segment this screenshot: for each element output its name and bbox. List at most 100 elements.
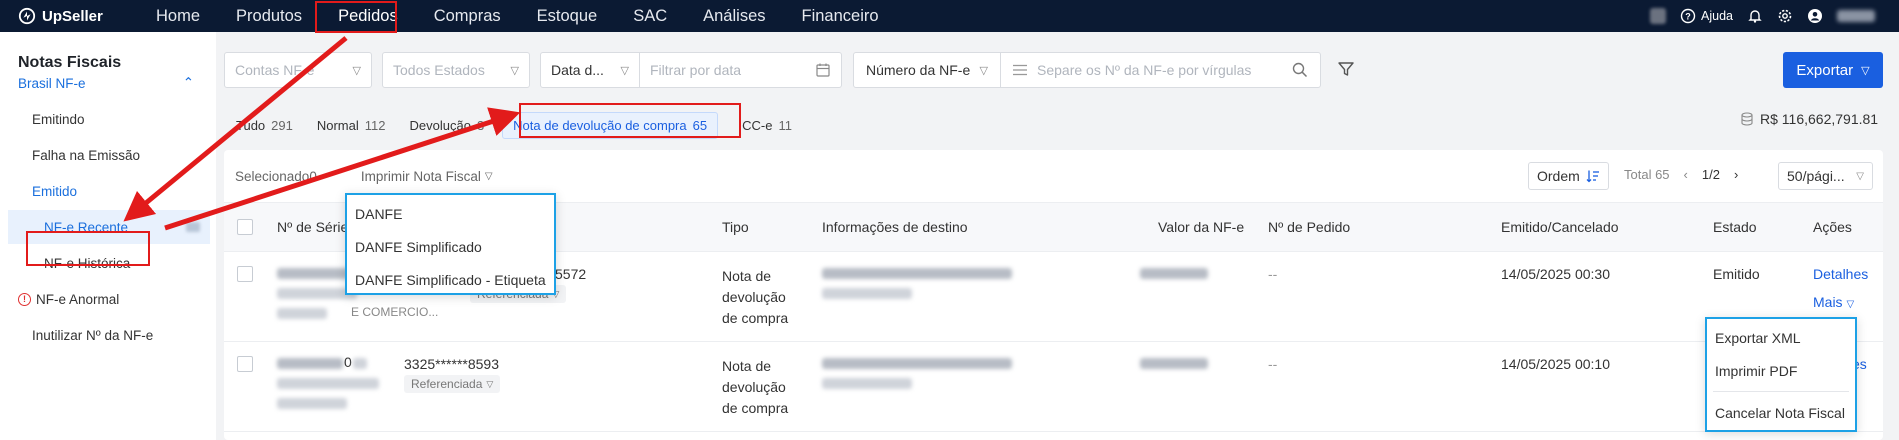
redacted-count xyxy=(186,222,200,232)
redacted-destino xyxy=(822,268,1012,279)
page-indicator: 1/2 xyxy=(1701,167,1720,182)
tag-label: Referenciada xyxy=(411,377,483,391)
sidebar: Notas Fiscais Brasil NF-e ⌃ Emitindo Fal… xyxy=(0,32,216,440)
col-emitido: Emitido/Cancelado xyxy=(1501,219,1619,235)
mais-dropdown[interactable]: Mais ▽ xyxy=(1813,294,1854,310)
date-range-input[interactable]: Filtrar por data xyxy=(640,53,841,87)
sidebar-item-nfe-historica[interactable]: NF-e Histórica xyxy=(0,246,216,280)
tab-count: 112 xyxy=(364,118,386,133)
redacted-serie-tail xyxy=(353,358,367,369)
sidebar-item-emitido[interactable]: Emitido xyxy=(0,174,216,208)
estados-select[interactable]: Todos Estados ▽ xyxy=(382,52,530,88)
nav-home[interactable]: Home xyxy=(138,0,218,32)
sidebar-item-label: NF-e Anormal xyxy=(36,291,120,307)
row-checkbox[interactable] xyxy=(237,266,253,282)
menu-item-exportar-xml[interactable]: Exportar XML xyxy=(1707,321,1855,354)
prev-page-icon[interactable]: ‹ xyxy=(1684,167,1688,182)
row-checkbox[interactable] xyxy=(237,356,253,372)
sidebar-item-nfe-recente[interactable]: NF-e Recente xyxy=(8,210,210,244)
col-destino: Informações de destino xyxy=(822,219,968,235)
nav-produtos[interactable]: Produtos xyxy=(218,0,320,32)
nfe-key: 3325******8593 xyxy=(404,356,499,372)
detalhes-link[interactable]: Detalhes xyxy=(1813,266,1868,282)
table-row: 0 3325******8593 Referenciada ▽ Nota de d… xyxy=(224,342,1883,432)
nav-compras[interactable]: Compras xyxy=(416,0,519,32)
sidebar-group-brasil-nfe[interactable]: Brasil NF-e ⌃ xyxy=(0,66,216,100)
redacted-store-icon[interactable] xyxy=(1650,8,1667,24)
coins-stack-icon xyxy=(1741,112,1753,126)
menu-item-danfe[interactable]: DANFE xyxy=(347,197,554,230)
nav-financeiro[interactable]: Financeiro xyxy=(784,0,897,32)
nfe-number-input[interactable]: Separe os Nº da NF-e por vírgulas xyxy=(1001,53,1320,87)
top-nav-bar: UpSeller Home Produtos Pedidos Compras E… xyxy=(0,0,1899,32)
tab-tudo[interactable]: Tudo 291 xyxy=(236,118,293,133)
search-icon[interactable] xyxy=(1292,62,1308,78)
sidebar-item-emitindo[interactable]: Emitindo xyxy=(0,102,216,136)
print-nota-fiscal-dropdown[interactable]: Imprimir Nota Fiscal ▽ xyxy=(361,169,493,184)
funnel-filter-icon[interactable] xyxy=(1336,59,1356,79)
tipo-line: devolução xyxy=(722,379,786,395)
nav-analises[interactable]: Análises xyxy=(685,0,783,32)
export-button[interactable]: Exportar ▽ xyxy=(1783,52,1883,88)
select-all-checkbox[interactable] xyxy=(237,219,253,235)
chevron-down-icon: ▽ xyxy=(1856,170,1864,182)
tab-devolucao[interactable]: Devolução 3 xyxy=(410,118,485,133)
menu-item-danfe-simplificado[interactable]: DANFE Simplificado xyxy=(347,230,554,263)
emitido-date: 14/05/2025 00:10 xyxy=(1501,356,1610,372)
balance-value: R$ 116,662,791.81 xyxy=(1760,111,1879,127)
redacted-valor xyxy=(1140,358,1208,369)
tab-normal[interactable]: Normal 112 xyxy=(317,118,386,133)
page-size-select[interactable]: 50/pági... ▽ xyxy=(1778,162,1873,190)
referenciada-tag[interactable]: Referenciada▽ xyxy=(404,375,501,393)
contas-nfe-placeholder: Contas NF-e xyxy=(235,62,315,78)
brand-name: UpSeller xyxy=(42,7,103,25)
menu-item-imprimir-pdf[interactable]: Imprimir PDF xyxy=(1707,354,1855,387)
selected-count: 0 xyxy=(309,168,317,184)
date-type-value: Data d... xyxy=(551,62,604,78)
date-filter-group: Data d... ▽ Filtrar por data xyxy=(540,52,842,88)
question-circle-icon: ? xyxy=(1680,8,1696,24)
nav-sac[interactable]: SAC xyxy=(615,0,685,32)
menu-item-cancelar-nota[interactable]: Cancelar Nota Fiscal xyxy=(1707,396,1855,429)
number-type-value: Número da NF-e xyxy=(866,62,971,78)
tab-count: 11 xyxy=(778,118,792,133)
sidebar-item-inutilizar[interactable]: Inutilizar Nº da NF-e xyxy=(0,318,216,352)
user-avatar-icon[interactable] xyxy=(1807,8,1823,24)
emitido-date: 14/05/2025 00:30 xyxy=(1501,266,1610,282)
redacted-serie xyxy=(277,358,343,369)
contas-nfe-select[interactable]: Contas NF-e ▽ xyxy=(224,52,372,88)
help-label: Ajuda xyxy=(1701,9,1733,23)
more-actions-menu: Exportar XML Imprimir PDF Cancelar Nota … xyxy=(1705,317,1857,432)
sidebar-item-nfe-anormal[interactable]: ! NF-e Anormal xyxy=(0,282,216,316)
tab-count: 3 xyxy=(476,118,485,133)
chevron-down-icon: ▽ xyxy=(486,378,494,389)
print-label: Imprimir Nota Fiscal xyxy=(360,168,481,184)
alert-circle-icon: ! xyxy=(18,292,31,306)
tipo-line: de compra xyxy=(722,400,789,416)
export-label: Exportar xyxy=(1796,61,1854,79)
gear-icon[interactable] xyxy=(1777,8,1793,24)
tab-cce[interactable]: CC-e 11 xyxy=(742,118,792,133)
pedido-cell: -- xyxy=(1268,356,1278,372)
nfe-number-filter-group: Número da NF-e ▽ Separe os Nº da NF-e po… xyxy=(853,52,1321,88)
print-menu: DANFE DANFE Simplificado DANFE Simplific… xyxy=(345,193,556,295)
nav-pedidos[interactable]: Pedidos xyxy=(320,0,416,32)
redacted-username[interactable] xyxy=(1837,10,1875,22)
number-type-select[interactable]: Número da NF-e ▽ xyxy=(854,53,1000,87)
pagination: Total 65 ‹ 1/2 › xyxy=(1624,167,1738,182)
bell-icon[interactable] xyxy=(1747,8,1763,24)
tab-nota-devolucao-compra[interactable]: Nota de devolução de compra 65 xyxy=(502,112,719,139)
chevron-up-icon: ⌃ xyxy=(182,75,194,90)
brand-logo[interactable]: UpSeller xyxy=(18,7,124,25)
menu-item-danfe-etiqueta[interactable]: DANFE Simplificado - Etiqueta xyxy=(347,263,554,296)
sidebar-item-falha[interactable]: Falha na Emissão xyxy=(0,138,216,172)
redacted-destino-city xyxy=(822,378,912,389)
tab-count: 291 xyxy=(271,118,293,133)
date-type-select[interactable]: Data d... ▽ xyxy=(541,53,639,87)
help-link[interactable]: ? Ajuda xyxy=(1680,8,1733,24)
nav-estoque[interactable]: Estoque xyxy=(519,0,616,32)
sort-order-button[interactable]: Ordem xyxy=(1528,162,1609,190)
next-page-icon[interactable]: › xyxy=(1734,167,1738,182)
ordem-label: Ordem xyxy=(1537,168,1580,184)
redacted-emitter xyxy=(277,378,379,389)
